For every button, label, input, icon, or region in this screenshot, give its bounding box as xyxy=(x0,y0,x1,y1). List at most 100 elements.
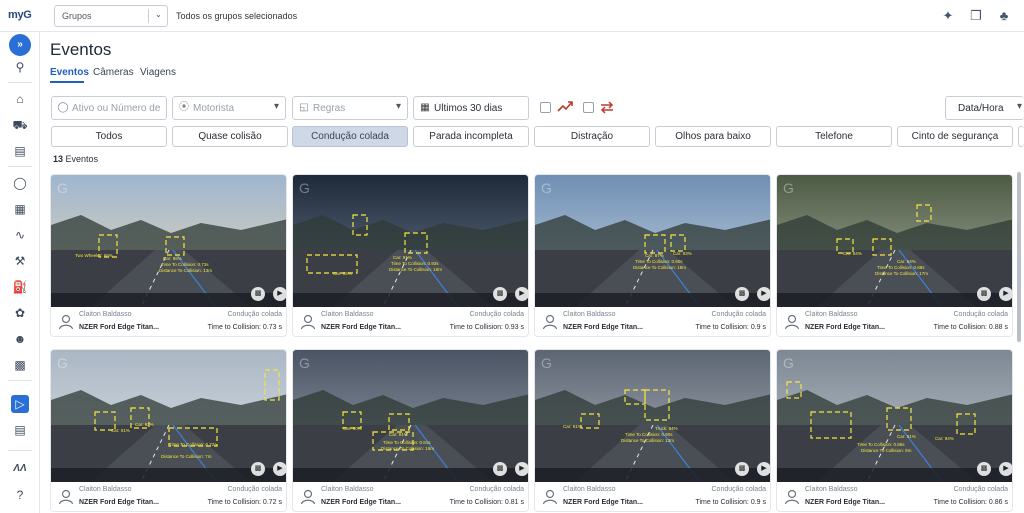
home-icon[interactable]: ⌂ xyxy=(11,90,29,108)
truck-icon[interactable]: ⛟ xyxy=(11,116,29,134)
app-logo[interactable]: myG xyxy=(8,9,32,21)
chip-overflow[interactable] xyxy=(1018,126,1024,147)
event-thumbnail[interactable]: G Two Wheeler: 66% Car: 96% Time To Collis… xyxy=(51,175,286,307)
rules-filter[interactable]: ◱ Regras ▾ xyxy=(292,96,408,120)
chip-parada-incompleta[interactable]: Parada incompleta xyxy=(413,126,529,147)
overlay-label: Time To Collision: 0.81s xyxy=(383,440,431,445)
chevron-down-icon[interactable]: ▾ xyxy=(1017,101,1022,112)
overlay-label: Time To Collision: 0.88s xyxy=(877,265,925,270)
users-icon[interactable]: ☻ xyxy=(11,330,29,348)
sparkle-icon[interactable]: ✦ xyxy=(940,8,956,24)
dashcam-frame: G Car: 91% Car: 83% Time To Collision: 0.7… xyxy=(51,350,286,482)
chip-todos[interactable]: Todos xyxy=(51,126,167,147)
play-button[interactable]: ▶ xyxy=(515,287,528,301)
fuel-icon[interactable]: ⛽ xyxy=(11,278,29,296)
dashcam-frame: G Car: 87% Car: 93% Time To Collision: 0.9… xyxy=(535,175,770,307)
play-button[interactable]: ▶ xyxy=(757,462,770,476)
chip-quase-colisao[interactable]: Quase colisão xyxy=(172,126,288,147)
help-icon[interactable]: ? xyxy=(11,486,29,504)
sidebar-toggle-button[interactable]: » xyxy=(9,34,31,56)
play-button[interactable]: ▶ xyxy=(757,287,770,301)
asset-filter[interactable]: ◯ Ativo ou Número de xyxy=(51,96,167,120)
chevron-down-icon[interactable]: ⌄ xyxy=(155,10,162,19)
car-icon[interactable]: ▩ xyxy=(251,287,265,301)
chevron-down-icon[interactable]: ▾ xyxy=(396,101,401,112)
overlay-label: Distance To Collision: 13m xyxy=(159,268,212,273)
car-icon[interactable]: ▩ xyxy=(735,287,749,301)
event-card[interactable]: G Car: 91% Car: 94% Time To Collision: 0.8… xyxy=(776,349,1013,512)
event-count-label: Eventos xyxy=(65,154,99,164)
chip-distracao[interactable]: Distração xyxy=(534,126,650,147)
event-card[interactable]: G Car: 91% Car: 83% Time To Collision: 0.7… xyxy=(50,349,287,512)
play-button[interactable]: ▶ xyxy=(273,287,286,301)
play-button[interactable]: ▶ xyxy=(515,462,528,476)
play-button[interactable]: ▶ xyxy=(273,462,286,476)
avatar-icon xyxy=(300,314,316,330)
camera-icon[interactable]: ▷ xyxy=(11,395,29,413)
car-icon[interactable]: ▩ xyxy=(735,462,749,476)
group-select[interactable]: Grupos ⌄ xyxy=(54,5,168,27)
chip-cinto-de-seguranca[interactable]: Cinto de segurança xyxy=(897,126,1013,147)
date-range-filter[interactable]: ▦ Últimos 30 dias xyxy=(413,96,529,120)
play-button[interactable]: ▶ xyxy=(999,287,1012,301)
overlay-label: Time To Collision: 0.86s xyxy=(857,442,905,447)
car-icon[interactable]: ▩ xyxy=(977,287,991,301)
chip-olhos-para-baixo[interactable]: Olhos para baixo xyxy=(655,126,771,147)
group-select-divider xyxy=(148,9,149,23)
brand-icon[interactable]: ΛΛ xyxy=(11,460,29,478)
repeat-checkbox[interactable] xyxy=(583,102,594,113)
event-thumbnail[interactable]: G Car: 91% Car: 83% Time To Collision: 0.7… xyxy=(51,350,286,482)
tab-eventos[interactable]: Eventos xyxy=(50,67,89,78)
tab-cameras[interactable]: Câmeras xyxy=(93,67,134,78)
event-card[interactable]: G Two Wheeler: 66% Car: 96% Time To Collis… xyxy=(50,174,287,337)
event-card[interactable]: G Car: 90% Car: 91% Time To Collision: 0.8… xyxy=(292,349,529,512)
car-icon[interactable]: ▩ xyxy=(493,462,507,476)
tab-viagens[interactable]: Viagens xyxy=(140,67,176,78)
dashcam-frame: G Two Wheeler: 66% Car: 96%Time To Collis… xyxy=(51,175,286,307)
event-card-info: Claiton Baldasso NZER Ford Edge Titan...… xyxy=(293,307,528,336)
event-thumbnail[interactable]: G Car: 84% Car: 94% Time To Collision: 0.8… xyxy=(777,175,1012,307)
map-icon[interactable]: ▤ xyxy=(11,142,29,160)
driver-name: Claiton Baldasso xyxy=(321,311,374,318)
top-bar: myG Grupos ⌄ Todos os grupos selecionado… xyxy=(0,0,1024,32)
event-thumbnail[interactable]: G Car: 87% Car: 93% Time To Collision: 0.9… xyxy=(535,175,770,307)
car-icon[interactable]: ▩ xyxy=(493,287,507,301)
puzzle-icon[interactable]: ▩ xyxy=(11,356,29,374)
leaf-icon[interactable]: ✿ xyxy=(11,304,29,322)
event-thumbnail[interactable]: G Car: 91% Car: 94% Time To Collision: 0.8… xyxy=(777,350,1012,482)
asset-icon: ◯ xyxy=(57,102,69,113)
driver-filter[interactable]: ⦿ Motorista ▾ xyxy=(172,96,286,120)
event-card[interactable]: G Car: 84% Car: 94% Time To Collision: 0.8… xyxy=(776,174,1013,337)
chip-telefone[interactable]: Telefone xyxy=(776,126,892,147)
globe-icon[interactable]: ◯ xyxy=(11,174,29,192)
car-icon[interactable]: ▩ xyxy=(251,462,265,476)
event-thumbnail[interactable]: G Car: 95% Car: 91% Time To Collision: 0.9… xyxy=(293,175,528,307)
watermark: G xyxy=(541,180,552,196)
wrench-icon[interactable]: ⚒ xyxy=(11,252,29,270)
scrollbar-thumb[interactable] xyxy=(1017,172,1021,342)
windows-icon[interactable]: ❐ xyxy=(968,8,984,24)
event-card[interactable]: G Car: 95% Car: 91% Time To Collision: 0.9… xyxy=(292,174,529,337)
avatar-icon xyxy=(58,314,74,330)
time-to-collision: Time to Collision: 0.9 s xyxy=(695,324,766,331)
driver-name: Claiton Baldasso xyxy=(563,311,616,318)
report-icon[interactable]: ▦ xyxy=(11,200,29,218)
sort-select[interactable]: Data/Hora ▾ xyxy=(945,96,1024,120)
play-button[interactable]: ▶ xyxy=(999,462,1012,476)
chevron-down-icon[interactable]: ▾ xyxy=(274,101,279,112)
trend-checkbox[interactable] xyxy=(540,102,551,113)
event-thumbnail[interactable]: G Car: 90% Car: 91% Time To Collision: 0.8… xyxy=(293,350,528,482)
event-card[interactable]: G Car: 91% Truck: 94% Time To Collision: 0… xyxy=(534,349,771,512)
event-thumbnail[interactable]: G Car: 91% Truck: 94% Time To Collision: 0… xyxy=(535,350,770,482)
search-icon[interactable]: ⚲ xyxy=(11,58,29,76)
steering-wheel-icon: ⦿ xyxy=(179,102,189,113)
route-icon[interactable]: ∿ xyxy=(11,226,29,244)
overlay-label: Car: 91% xyxy=(389,432,408,437)
bell-icon[interactable]: ♣ xyxy=(996,8,1012,24)
document-icon[interactable]: ▤ xyxy=(11,421,29,439)
overlay-label: Time To Collision: 0.90s xyxy=(635,259,683,264)
car-icon[interactable]: ▩ xyxy=(977,462,991,476)
overlay-label: Car: 87% xyxy=(645,253,664,258)
chip-conducao-colada[interactable]: Condução colada xyxy=(292,126,408,147)
event-card[interactable]: G Car: 87% Car: 93% Time To Collision: 0.9… xyxy=(534,174,771,337)
